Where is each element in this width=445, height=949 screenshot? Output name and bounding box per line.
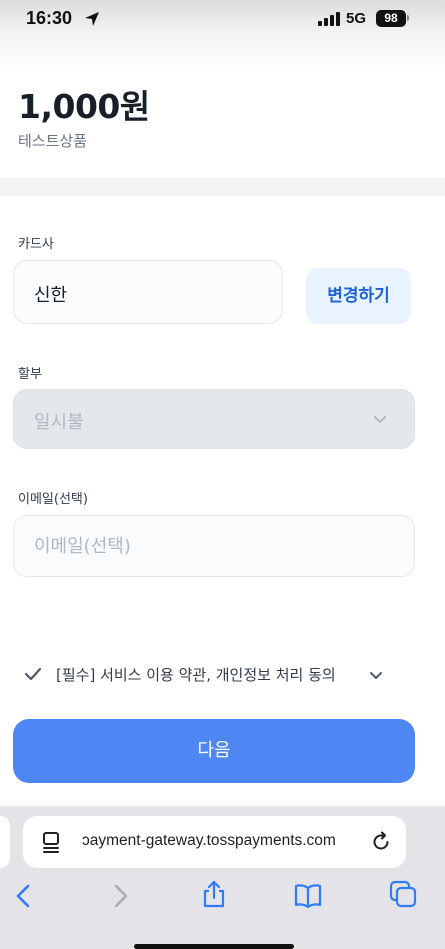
product-name: 테스트상품 <box>18 132 88 150</box>
back-chevron-icon[interactable] <box>10 882 38 910</box>
share-icon[interactable] <box>200 880 228 908</box>
home-indicator <box>134 944 294 949</box>
card-company-field: 신한 <box>13 260 283 324</box>
previous-tab-edge[interactable] <box>0 816 10 868</box>
url-text[interactable]: ɔayment-gateway.tosspayments.com <box>82 832 357 850</box>
battery-tip <box>407 15 409 21</box>
checkmark-icon[interactable] <box>23 665 43 683</box>
forward-chevron-icon[interactable] <box>106 882 134 910</box>
installment-value: 일시불 <box>34 412 84 433</box>
next-button[interactable]: 다음 <box>13 719 415 783</box>
email-label: 이메일(선택) <box>18 492 88 507</box>
cellular-signal-icon <box>318 12 340 26</box>
change-card-button[interactable]: 변경하기 <box>306 268 411 324</box>
status-bar: 16:30 5G 98 <box>0 0 445 72</box>
card-company-label: 카드사 <box>18 237 54 252</box>
installment-select[interactable]: 일시불 <box>13 389 415 449</box>
section-divider <box>0 178 445 196</box>
email-field-container <box>13 515 415 577</box>
payment-amount: 1,000원 <box>18 87 150 126</box>
location-arrow-icon <box>85 12 99 26</box>
bookmarks-icon[interactable] <box>294 882 322 910</box>
network-type: 5G <box>346 10 367 27</box>
expand-terms-chevron-icon[interactable] <box>368 667 384 683</box>
battery-icon: 98 <box>376 10 406 27</box>
card-company-value: 신한 <box>34 285 68 306</box>
installment-label: 할부 <box>18 367 42 382</box>
terms-agreement-text[interactable]: [필수] 서비스 이용 약관, 개인정보 처리 동의 <box>56 664 336 685</box>
email-field[interactable] <box>34 516 394 576</box>
reload-icon[interactable] <box>370 830 392 852</box>
chevron-down-icon <box>374 416 386 423</box>
reader-mode-icon[interactable] <box>41 831 61 853</box>
tabs-icon[interactable] <box>389 880 417 908</box>
status-time: 16:30 <box>26 8 73 28</box>
